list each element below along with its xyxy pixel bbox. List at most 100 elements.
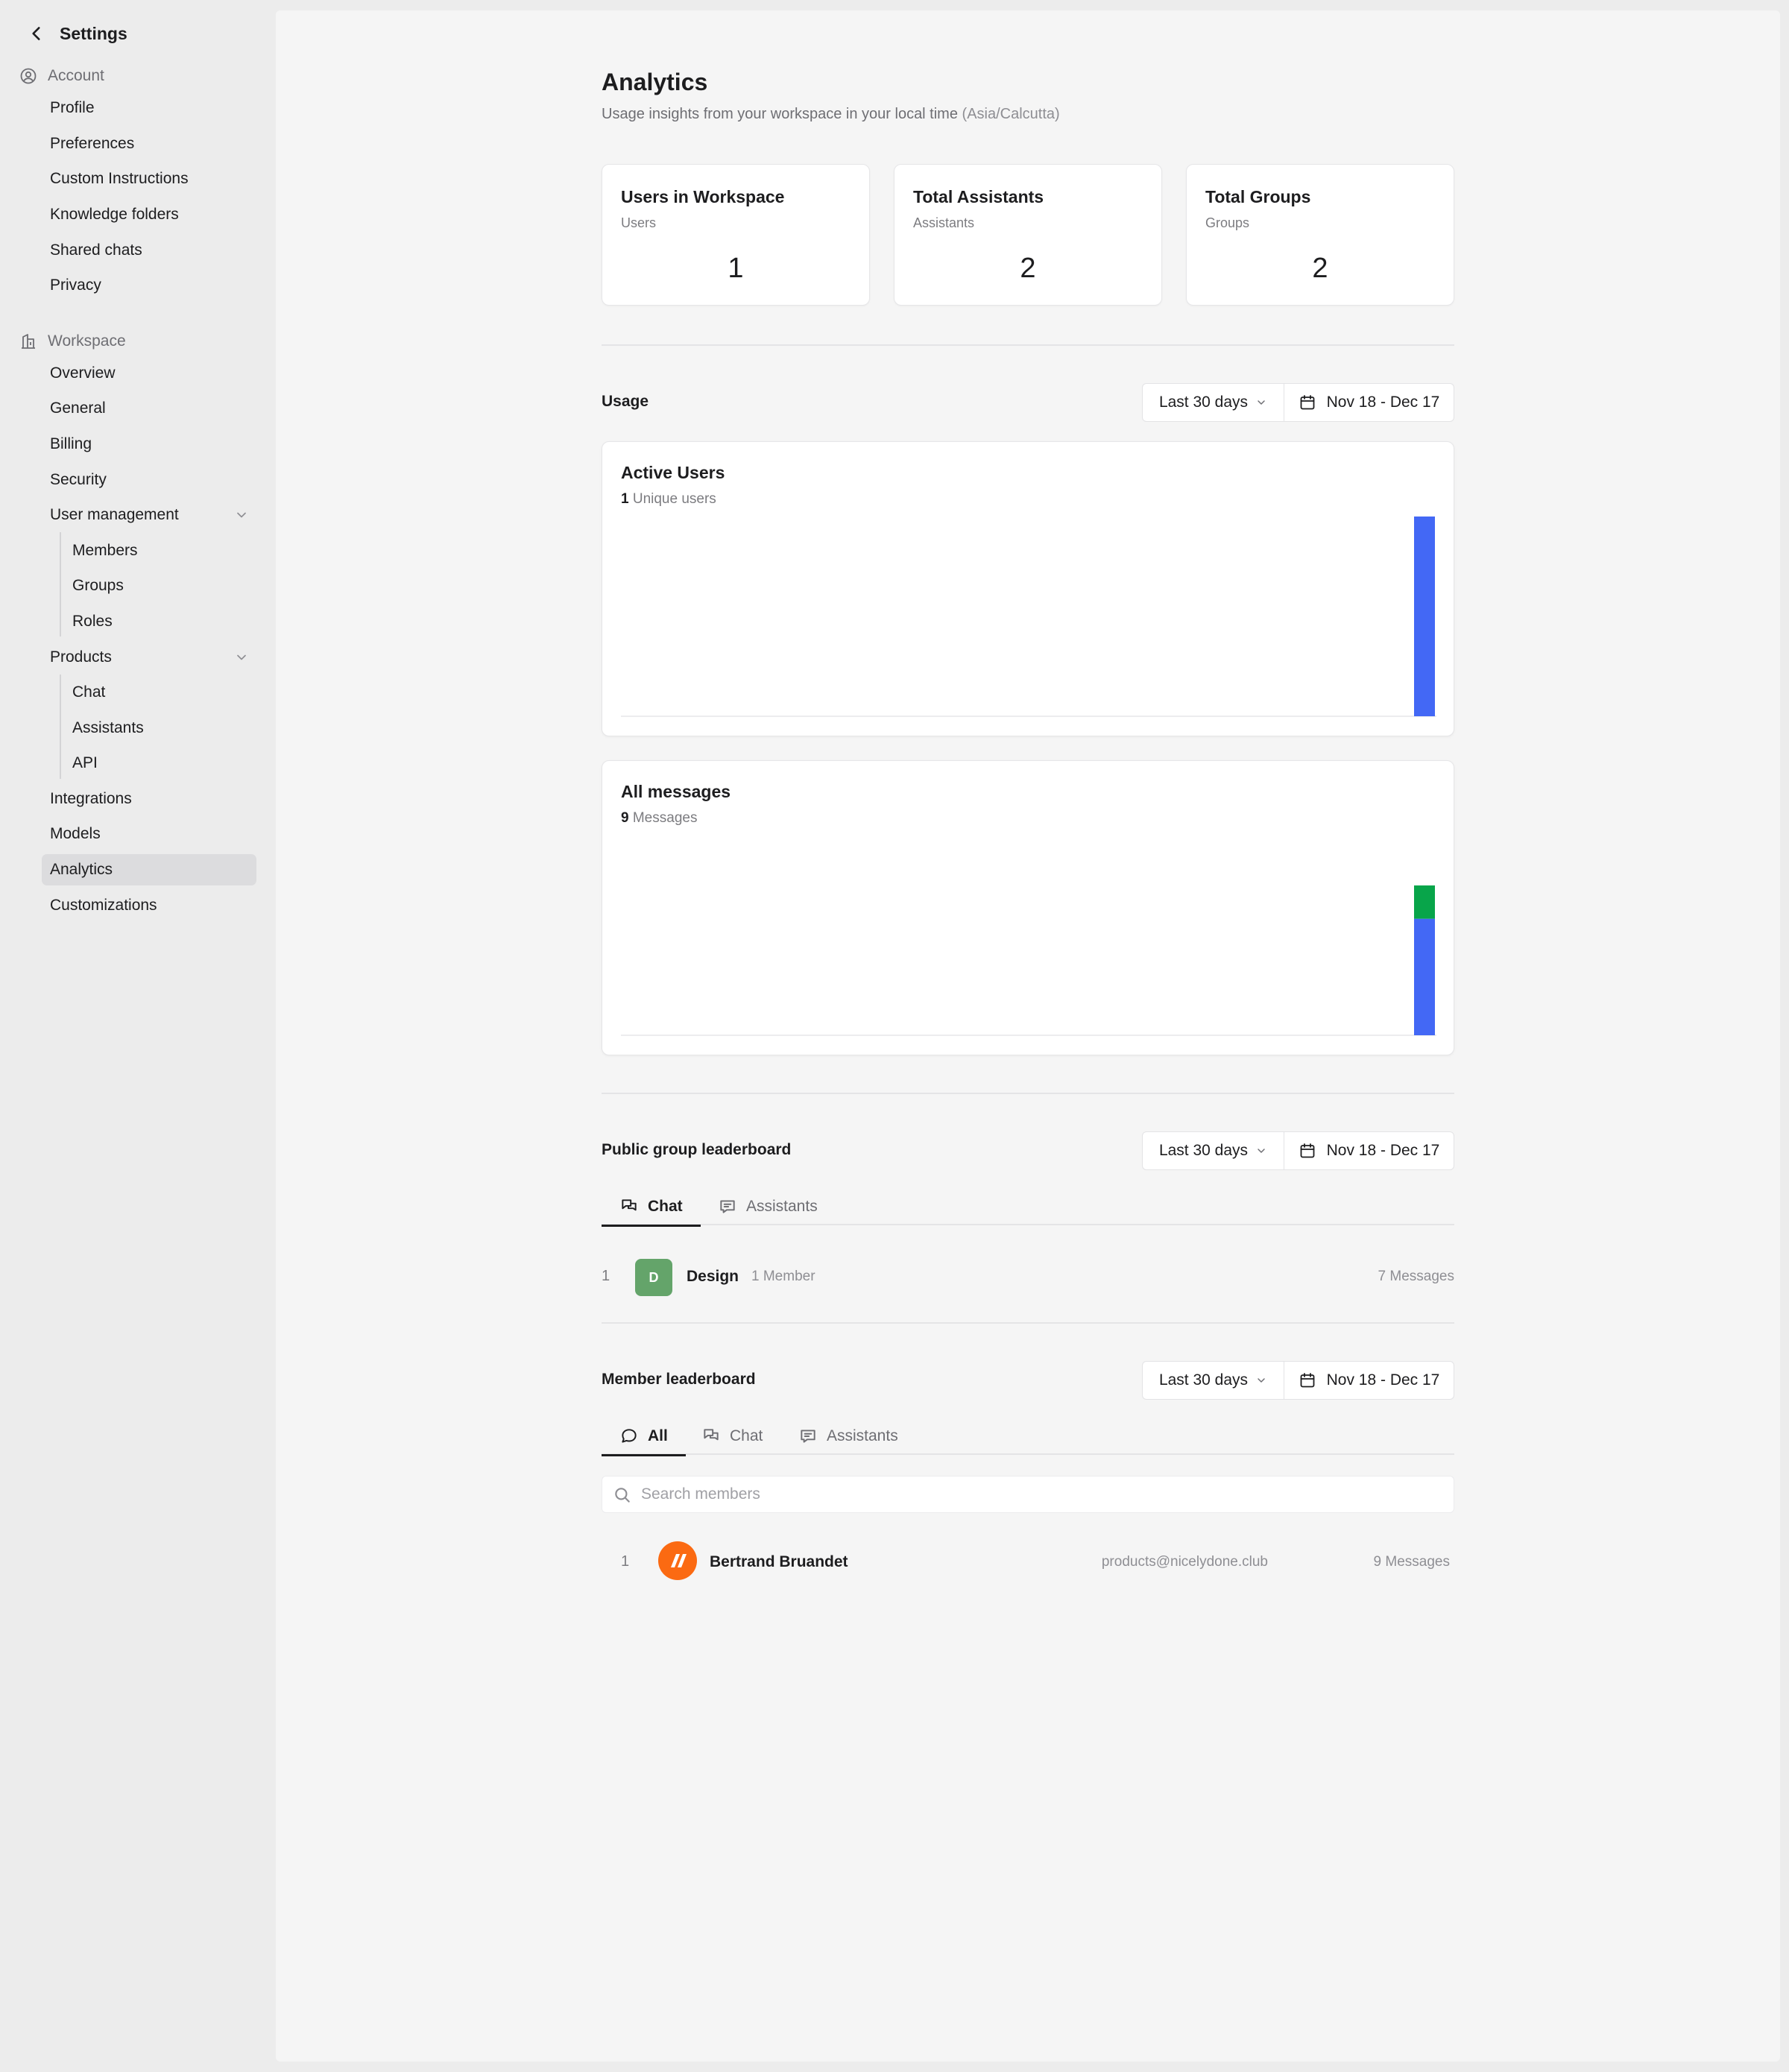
sidebar-item-customizations[interactable]: Customizations	[42, 890, 256, 921]
chat-bubbles-icon	[704, 1429, 719, 1441]
sidebar-item-general[interactable]: General	[42, 393, 256, 424]
member-email: products@nicelydone.club	[1101, 1554, 1268, 1570]
sidebar-item-integrations[interactable]: Integrations	[42, 783, 256, 815]
page-title: Analytics	[602, 69, 708, 95]
range-select[interactable]: Last 30 days	[1143, 1132, 1284, 1169]
search-icon	[615, 1488, 630, 1503]
chevron-down-icon	[1258, 1378, 1265, 1383]
sidebar-item-overview[interactable]: Overview	[42, 358, 256, 389]
user-circle-icon	[20, 68, 37, 84]
member-leaderboard-tabs: All Chat Assistants	[602, 1418, 1454, 1456]
member-name: Bertrand Bruandet	[710, 1553, 848, 1570]
sidebar-item-members[interactable]: Members	[64, 535, 138, 566]
sidebar-item-analytics[interactable]: Analytics	[42, 854, 256, 885]
usage-section-title: Usage	[602, 393, 649, 410]
group-name: Design	[687, 1268, 739, 1285]
sidebar-item-user-management[interactable]: User management	[42, 499, 256, 531]
sidebar-item-profile[interactable]: Profile	[42, 92, 256, 124]
message-circle-icon	[622, 1428, 637, 1443]
building-icon	[22, 334, 35, 349]
divider	[602, 344, 1454, 346]
sidebar-item-roles[interactable]: Roles	[64, 606, 113, 637]
active-users-card: Active Users 1 Unique users	[602, 441, 1454, 736]
stat-card-assistants: Total Assistants Assistants 2	[894, 164, 1162, 306]
member-count: 1 Member	[751, 1269, 815, 1284]
page-subtitle: Usage insights from your workspace in yo…	[602, 106, 1060, 122]
account-section-label: Account	[19, 65, 104, 87]
range-select[interactable]: Last 30 days	[1143, 384, 1284, 421]
sidebar-item-assistants[interactable]: Assistants	[64, 713, 144, 744]
submenu-rail	[60, 532, 61, 637]
member-row[interactable]: 1 Bertrand Bruandet products@nicelydone.…	[602, 1541, 1454, 1583]
bar-dec-17-series-1	[1414, 885, 1435, 919]
divider	[602, 1093, 1454, 1094]
tab-chat[interactable]: Chat	[684, 1418, 780, 1455]
brand-logo-icon	[671, 1554, 687, 1567]
back-to-settings[interactable]: Settings	[27, 19, 127, 48]
submenu-rail	[60, 675, 61, 779]
timezone-label: (Asia/Calcutta)	[962, 106, 1060, 122]
divider	[602, 1322, 1454, 1324]
sidebar-item-api[interactable]: API	[64, 748, 98, 779]
stat-card-users: Users in Workspace Users 1	[602, 164, 870, 306]
active-users-chart	[621, 517, 1436, 717]
member-range-picker: Last 30 days Nov 18 - Dec 17	[1142, 1361, 1454, 1400]
sidebar-item-label: Products	[50, 648, 112, 666]
date-range-button[interactable]: Nov 18 - Dec 17	[1284, 1362, 1454, 1399]
message-count: 9 Messages	[1373, 1554, 1450, 1570]
calendar-icon	[1300, 1143, 1315, 1158]
avatar	[658, 1541, 697, 1580]
search-input[interactable]	[641, 1482, 1446, 1506]
member-leaderboard-title: Member leaderboard	[602, 1371, 756, 1388]
calendar-icon	[1300, 1373, 1315, 1388]
sidebar-item-preferences[interactable]: Preferences	[42, 128, 256, 159]
tab-assistants[interactable]: Assistants	[700, 1188, 836, 1225]
stat-card-groups: Total Groups Groups 2	[1186, 164, 1454, 306]
assistant-icon	[801, 1430, 815, 1443]
all-messages-card: All messages 9 Messages	[602, 760, 1454, 1055]
date-range-button[interactable]: Nov 18 - Dec 17	[1284, 1132, 1454, 1169]
sidebar-item-products[interactable]: Products	[42, 642, 256, 673]
stat-value: 2	[1020, 253, 1036, 284]
settings-title: Settings	[60, 23, 127, 43]
chevron-down-icon	[237, 654, 246, 660]
bar-dec-17-series-0	[1414, 918, 1435, 1035]
settings-sidebar: Settings Account Profile Preferences Cus…	[0, 0, 274, 2072]
tab-all[interactable]: All	[602, 1418, 686, 1456]
usage-range-picker: Last 30 days Nov 18 - Dec 17	[1142, 383, 1454, 422]
stat-value: 1	[728, 253, 744, 284]
sidebar-item-shared-chats[interactable]: Shared chats	[42, 235, 256, 266]
sidebar-item-label: User management	[50, 506, 179, 523]
calendar-icon	[1300, 395, 1315, 410]
all-messages-chart	[621, 885, 1436, 1036]
group-avatar: D	[635, 1259, 672, 1296]
main-panel: Analytics Usage insights from your works…	[276, 10, 1780, 2062]
workspace-section-label: Workspace	[19, 330, 126, 353]
bar-dec-17-series-0	[1414, 517, 1435, 716]
sidebar-item-privacy[interactable]: Privacy	[42, 270, 256, 301]
chevron-down-icon	[1258, 1149, 1265, 1153]
sidebar-item-custom-instructions[interactable]: Custom Instructions	[42, 163, 256, 195]
group-leaderboard-tabs: Chat Assistants	[602, 1188, 1454, 1227]
chevron-down-icon	[1258, 400, 1265, 405]
member-search	[602, 1476, 1454, 1513]
sidebar-item-security[interactable]: Security	[42, 464, 256, 496]
group-row[interactable]: 1 D Design 1 Member 7 Messages	[602, 1256, 1454, 1298]
stat-value: 2	[1312, 253, 1328, 284]
range-select[interactable]: Last 30 days	[1143, 1362, 1284, 1399]
sidebar-item-chat[interactable]: Chat	[64, 677, 105, 708]
chat-bubbles-icon	[622, 1198, 637, 1210]
sidebar-item-knowledge-folders[interactable]: Knowledge folders	[42, 199, 256, 230]
sidebar-item-billing[interactable]: Billing	[42, 429, 256, 460]
rank: 1	[621, 1553, 630, 1570]
sidebar-item-groups[interactable]: Groups	[64, 570, 124, 601]
chevron-left-icon	[32, 27, 40, 40]
assistant-icon	[720, 1200, 735, 1213]
rank: 1	[602, 1268, 610, 1284]
tab-assistants[interactable]: Assistants	[780, 1418, 916, 1455]
sidebar-item-models[interactable]: Models	[42, 818, 256, 850]
tab-chat[interactable]: Chat	[602, 1188, 701, 1227]
group-range-picker: Last 30 days Nov 18 - Dec 17	[1142, 1131, 1454, 1170]
date-range-button[interactable]: Nov 18 - Dec 17	[1284, 384, 1454, 421]
chevron-down-icon	[237, 512, 246, 518]
